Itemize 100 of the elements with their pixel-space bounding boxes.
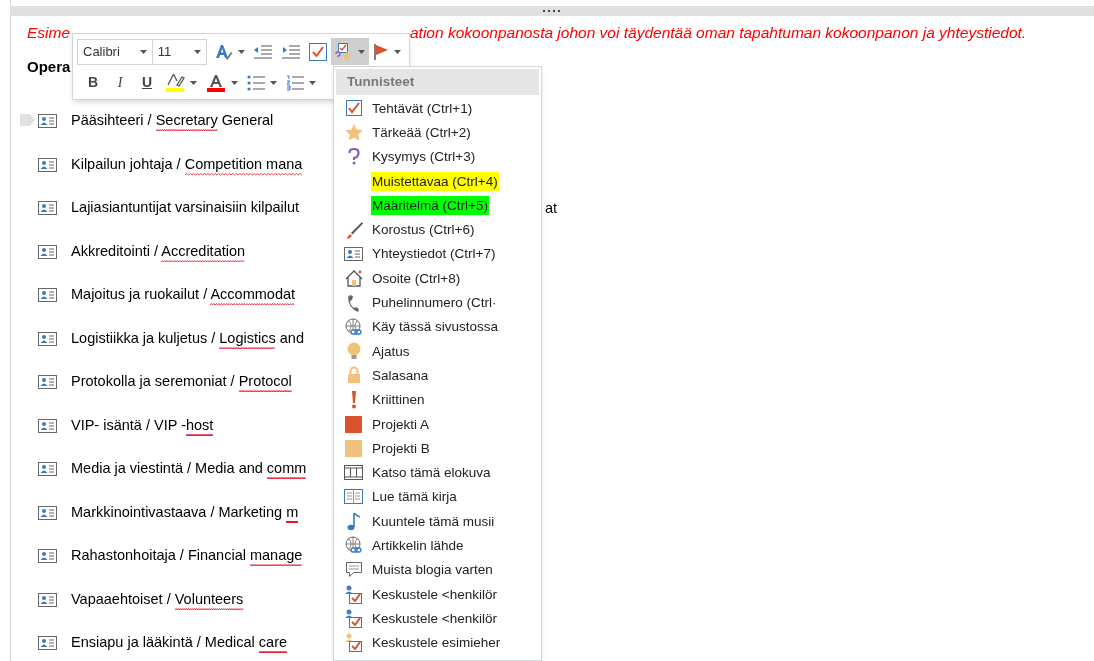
- row-handle[interactable]: [20, 114, 35, 126]
- highlighter-icon: [165, 73, 185, 92]
- outline-item-text: at: [545, 199, 558, 218]
- globe-link-icon: [344, 536, 363, 555]
- outdent-icon: [253, 44, 273, 59]
- outline-item-text: Kilpailun johtaja / Competition mana: [71, 154, 303, 174]
- menu-item[interactable]: Keskustele esimieher: [371, 633, 502, 653]
- outline-item-text: Media ja viestintä / Media and comm: [71, 459, 307, 479]
- note-text: Esime: [27, 23, 71, 43]
- note-text: ation kokoonpanosta johon voi täydentää oman tapahtuman kokoonpanon ja yhteystiedot.: [410, 23, 1027, 43]
- menu-item[interactable]: Kuuntele tämä musii: [371, 511, 496, 531]
- outline-item-text: Akkreditointi / Accreditation: [71, 241, 246, 261]
- outline-item-text: Logistiikka ja kuljetus / Logistics and: [71, 328, 304, 348]
- phone-icon: [346, 293, 361, 312]
- person-task-icon: [344, 633, 363, 653]
- menu-item[interactable]: Käy tässä sivustossa: [371, 317, 500, 337]
- size-dropdown[interactable]: 11: [152, 38, 207, 65]
- menu-item[interactable]: Tehtävät (Ctrl+1): [371, 98, 474, 118]
- caret-icon: [231, 80, 238, 85]
- contact-card-icon: [38, 331, 57, 346]
- menu-item[interactable]: Keskustele <henkilör: [371, 608, 498, 628]
- person-task-icon: [344, 608, 363, 628]
- menu-item[interactable]: Projekti A: [371, 414, 431, 434]
- person-task-icon: [344, 584, 363, 604]
- menu-item[interactable]: Kriittinen: [371, 390, 426, 410]
- globe-link-icon: [344, 317, 363, 336]
- menu-item[interactable]: Artikkelin lähde: [371, 536, 465, 555]
- outline-item-text: Majoitus ja ruokailut / Accommodat: [71, 285, 296, 305]
- outline-item-text: Lajiasiantuntijat varsinaisiin kilpailut: [71, 198, 300, 218]
- music-note-icon: [346, 511, 361, 531]
- outline-item-text: Ensiapu ja lääkintä / Medical care: [71, 633, 288, 653]
- menu-header: Tunnisteet: [336, 69, 539, 95]
- caret-icon: [190, 80, 197, 85]
- menu-item[interactable]: Ajatus: [371, 341, 411, 361]
- menu-item[interactable]: Salasana: [371, 365, 430, 385]
- tags-button[interactable]: [331, 38, 369, 65]
- caret-icon: [358, 49, 365, 54]
- menu-item[interactable]: Yhteystiedot (Ctrl+7): [371, 244, 497, 264]
- menu-item[interactable]: Lue tämä kirja: [371, 487, 458, 507]
- star-icon: [344, 123, 363, 141]
- heading-text: Opera: [27, 57, 71, 77]
- outline-item-text: Protokolla ja seremoniat / Protocol: [71, 372, 292, 392]
- speech-bubble-icon: [344, 560, 363, 579]
- contact-card-icon: [38, 201, 57, 215]
- contact-card-icon: [38, 375, 57, 389]
- caret-icon: [139, 49, 147, 54]
- menu-item[interactable]: Määritelmä (Ctrl+5): [371, 195, 489, 215]
- indent-icon: [281, 44, 301, 59]
- contact-card-icon: [38, 157, 57, 172]
- menu-item[interactable]: Projekti B: [371, 438, 431, 458]
- caret-icon: [394, 49, 401, 54]
- caret-icon: [194, 49, 201, 54]
- bullets-icon: [247, 74, 265, 91]
- menu-item[interactable]: Muista blogia varten: [371, 560, 494, 580]
- caret-icon: [270, 80, 277, 85]
- outline-item-text: Markkinointivastaava / Marketing m: [71, 502, 299, 522]
- contact-card-icon: [38, 418, 57, 433]
- font-dropdown[interactable]: Calibri: [77, 38, 153, 65]
- grip-icon: [543, 9, 561, 13]
- menu-item[interactable]: Katso tämä elokuva: [371, 463, 492, 483]
- menu-item[interactable]: Korostus (Ctrl+6): [371, 220, 476, 240]
- contact-card-icon: [38, 288, 57, 302]
- menu-item[interactable]: Osoite (Ctrl+8): [371, 268, 462, 288]
- font-color-icon: [206, 73, 226, 92]
- contact-card-icon: [38, 505, 57, 520]
- outline-item-text: Rahastonhoitaja / Financial manage: [71, 546, 303, 566]
- styles-icon: [215, 42, 233, 61]
- menu-item[interactable]: Puhelinnumero (Ctrl·: [371, 293, 498, 312]
- brush-icon: [344, 220, 363, 239]
- contact-card-icon: [38, 114, 57, 128]
- exclamation-icon: [350, 390, 357, 409]
- flag-icon: [373, 42, 389, 61]
- house-icon: [344, 269, 363, 287]
- bold-button[interactable]: B: [81, 70, 105, 95]
- underline-button[interactable]: U: [135, 70, 159, 95]
- checkbox-icon: [309, 42, 327, 61]
- project-icon: [345, 415, 362, 433]
- caret-icon: [309, 80, 316, 85]
- checkbox-icon: [345, 100, 362, 117]
- numbering-icon: [286, 74, 304, 91]
- menu-item[interactable]: Muistettavaa (Ctrl+4): [371, 171, 499, 191]
- lock-icon: [346, 366, 361, 385]
- contact-card-icon: [38, 244, 57, 259]
- menu-item[interactable]: Tärkeää (Ctrl+2): [371, 122, 472, 142]
- film-icon: [344, 465, 363, 481]
- contact-card-icon: [38, 592, 57, 607]
- book-icon: [344, 489, 363, 505]
- contact-card-icon: [344, 246, 363, 261]
- tags-icon: [335, 42, 353, 61]
- question-icon: [347, 148, 360, 166]
- italic-button[interactable]: I: [108, 70, 132, 95]
- caret-icon: [238, 49, 245, 54]
- menu-item[interactable]: Keskustele <henkilör: [371, 584, 498, 604]
- outline-item-text: Pääsihteeri / Secretary General: [71, 111, 274, 131]
- contact-card-icon: [38, 462, 57, 476]
- contact-card-icon: [38, 549, 57, 563]
- project-icon: [345, 439, 362, 457]
- menu-item[interactable]: Kysymys (Ctrl+3): [371, 147, 477, 167]
- outline-item-text: VIP- isäntä / VIP -host: [71, 415, 214, 435]
- outline-item-text: Vapaaehtoiset / Volunteers: [71, 589, 244, 609]
